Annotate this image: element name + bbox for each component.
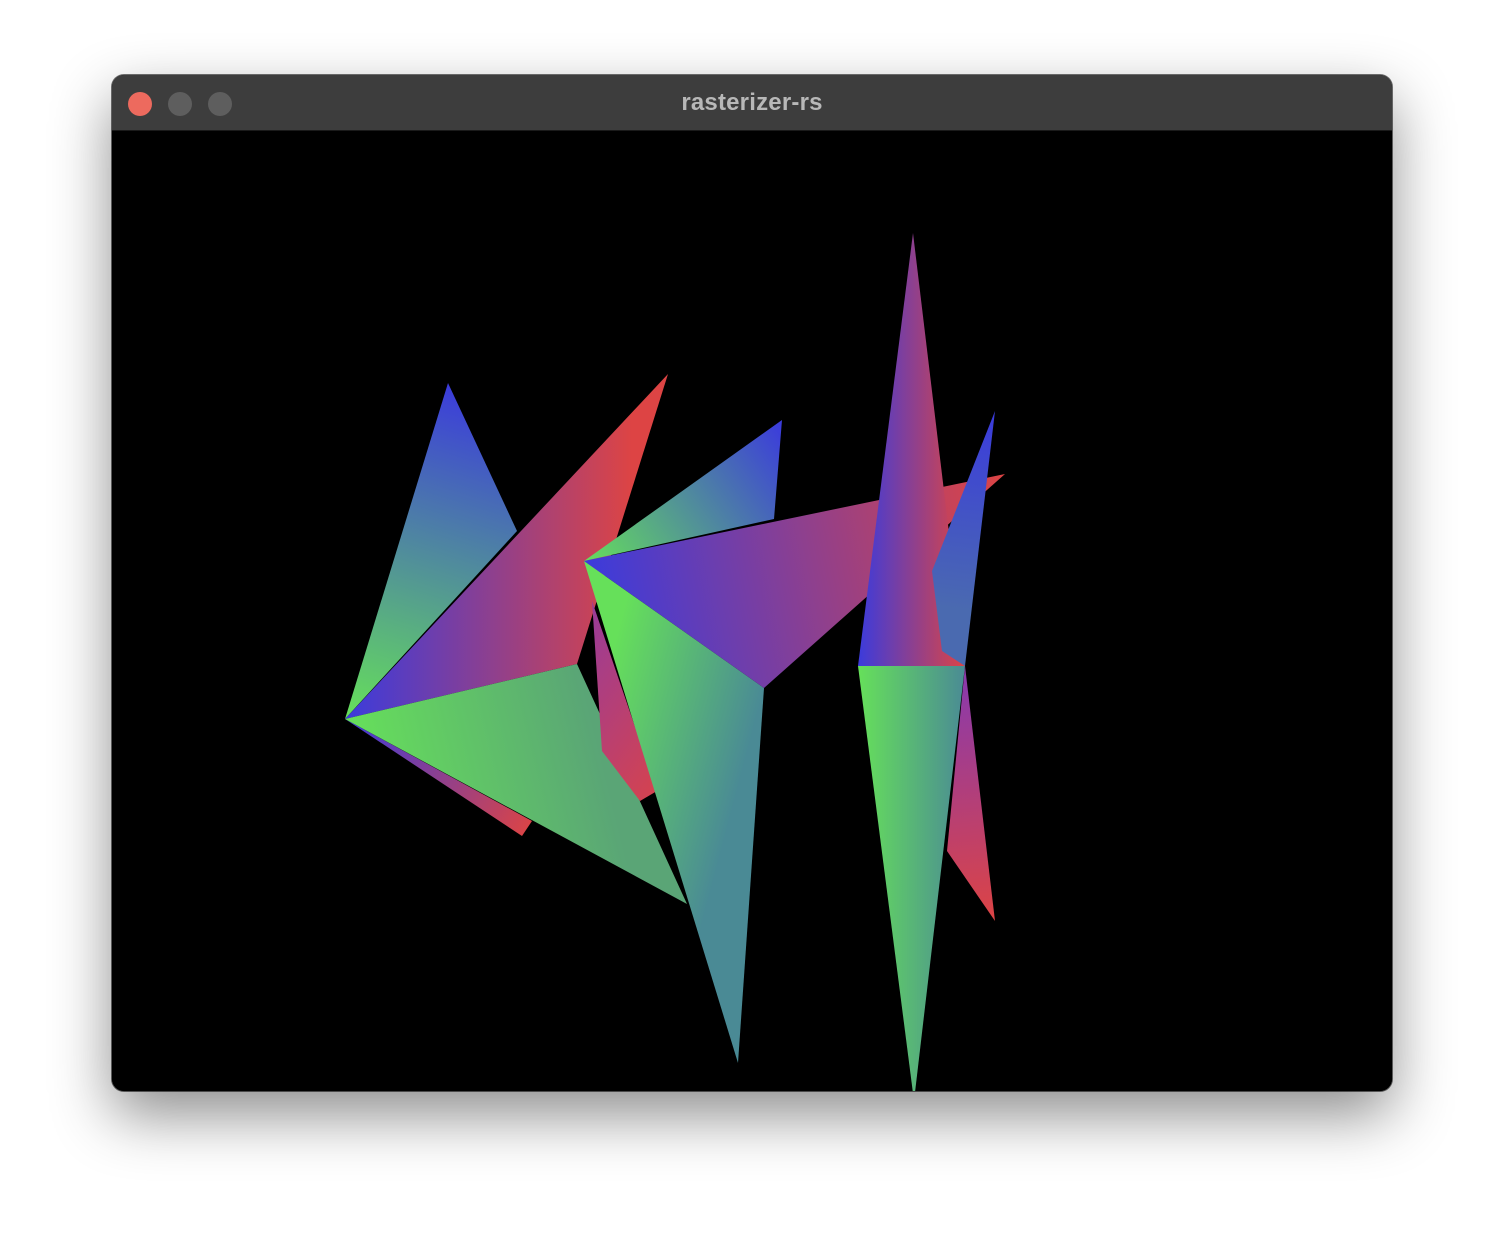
render-viewport[interactable] bbox=[112, 131, 1392, 1091]
rendered-scene bbox=[345, 233, 1005, 1091]
window-title: rasterizer-rs bbox=[681, 89, 823, 116]
app-window: rasterizer-rs bbox=[112, 75, 1392, 1091]
title-bar[interactable]: rasterizer-rs bbox=[112, 75, 1392, 131]
mesh-triangle bbox=[858, 666, 965, 1091]
